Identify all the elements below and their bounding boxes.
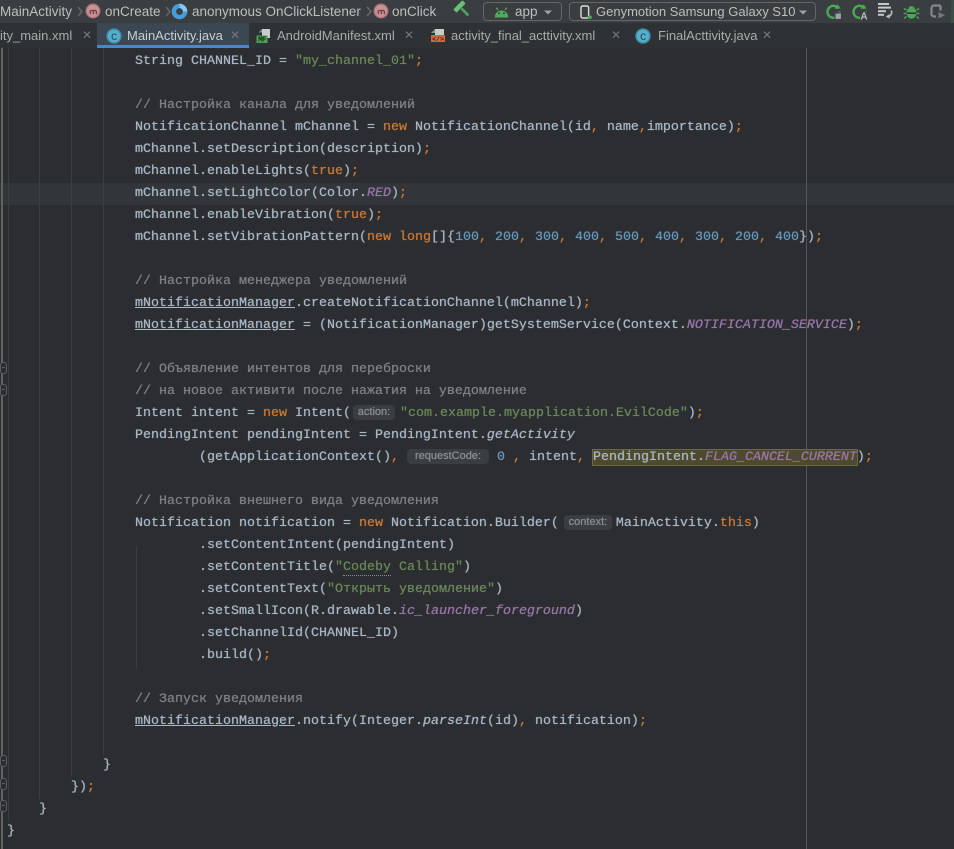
svg-text:C: C bbox=[111, 32, 117, 44]
svg-text:C: C bbox=[640, 32, 646, 44]
svg-text:A: A bbox=[860, 12, 867, 21]
svg-text:</>: </> bbox=[432, 36, 444, 43]
svg-text:MF: MF bbox=[258, 37, 266, 44]
